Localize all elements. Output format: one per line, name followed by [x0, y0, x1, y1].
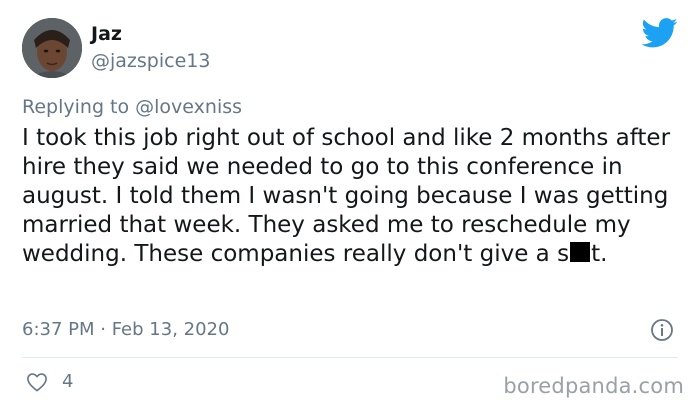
- avatar-image: [22, 18, 82, 78]
- reply-mention-link[interactable]: @lovexniss: [135, 96, 242, 118]
- avatar[interactable]: [22, 18, 82, 78]
- tweet-card: Jaz @jazspice13 Replying to @lovexniss I…: [0, 0, 700, 410]
- tweet-text: I took this job right out of school and …: [22, 124, 682, 269]
- user-handle[interactable]: @jazspice13: [91, 49, 210, 73]
- tweet-text-end: t.: [591, 241, 608, 267]
- replying-to-label: Replying to: [22, 96, 136, 118]
- divider: [22, 357, 678, 358]
- like-count: 4: [62, 371, 74, 392]
- twitter-bird-icon[interactable]: [642, 18, 678, 48]
- redaction-block: [570, 242, 591, 262]
- watermark: boredpanda.com: [503, 374, 684, 398]
- tweet-timestamp[interactable]: 6:37 PM · Feb 13, 2020: [22, 318, 229, 342]
- display-name[interactable]: Jaz: [91, 22, 122, 46]
- info-icon[interactable]: [650, 318, 674, 342]
- heart-icon[interactable]: [26, 372, 48, 392]
- replying-to: Replying to @lovexniss: [22, 95, 242, 119]
